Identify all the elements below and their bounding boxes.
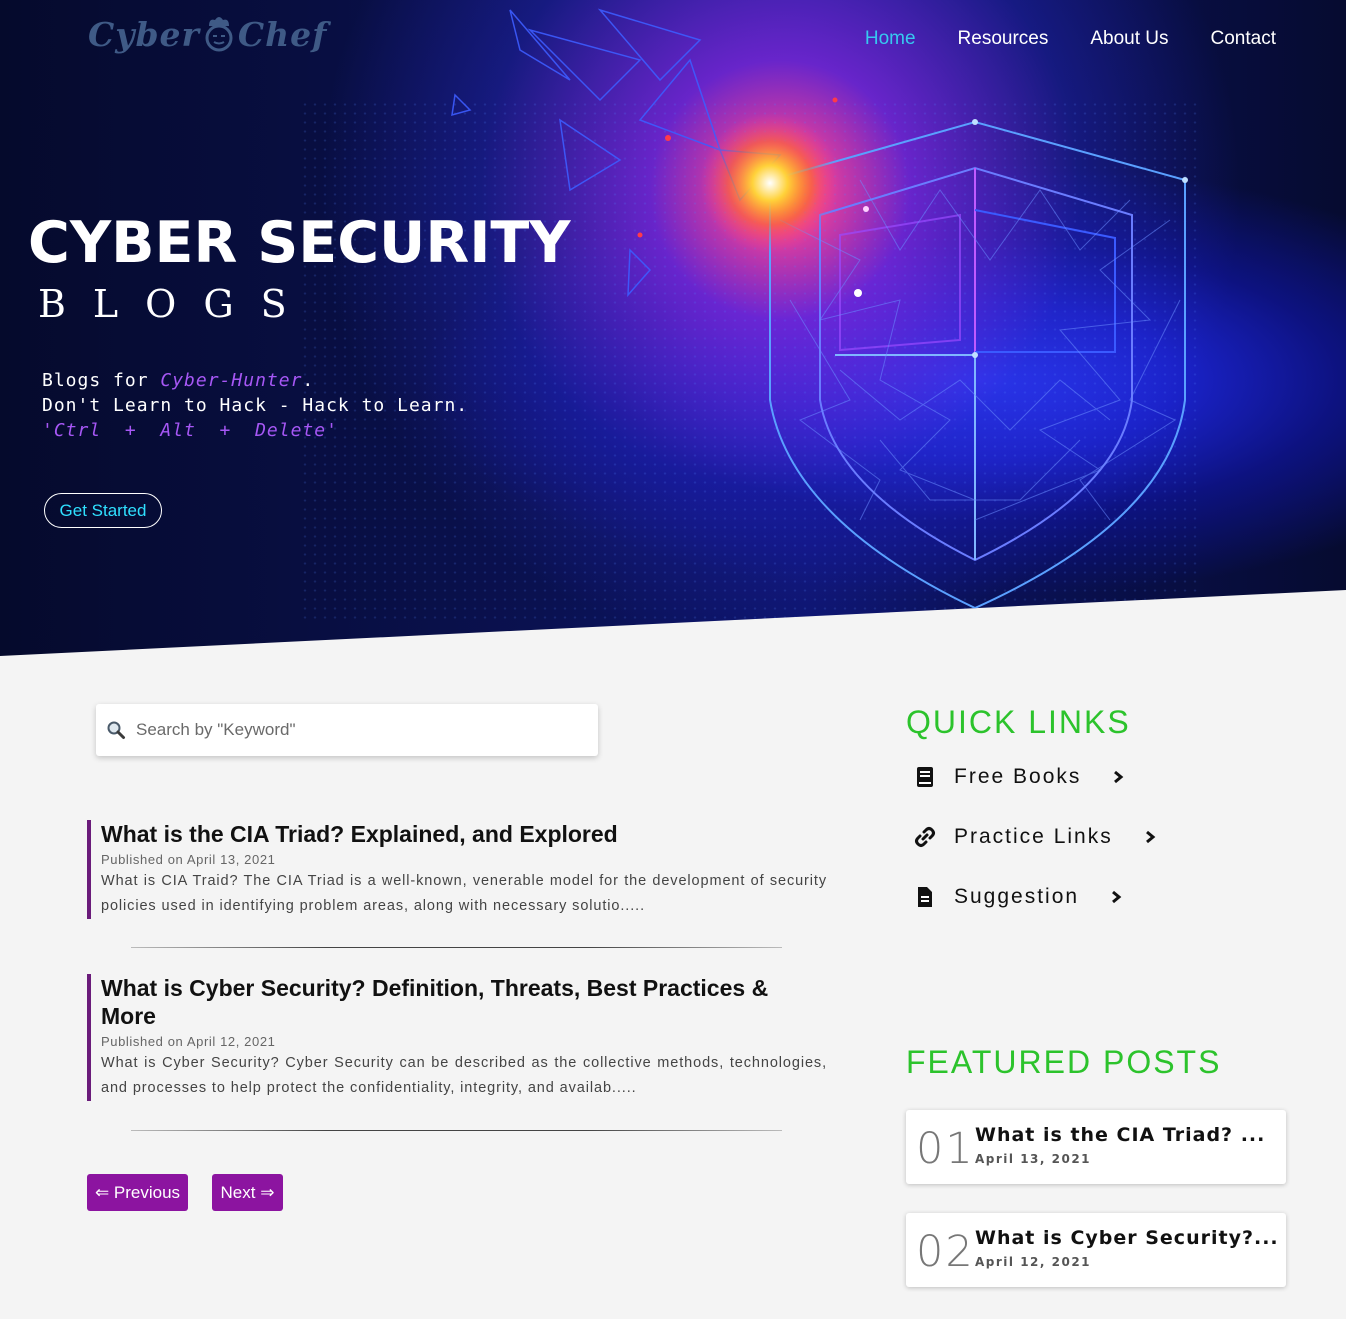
logo-text-left: Cyber	[88, 14, 200, 54]
shield-illustration	[451, 8, 1188, 610]
post-title[interactable]: What is Cyber Security? Definition, Thre…	[101, 974, 827, 1030]
chevron-right-icon	[1112, 890, 1122, 904]
post-title[interactable]: What is the CIA Triad? Explained, and Ex…	[101, 820, 827, 848]
nav-about-us[interactable]: About Us	[1090, 28, 1168, 50]
quick-link-practice-links[interactable]: Practice Links	[912, 824, 1157, 850]
tagline-prefix: Blogs for	[42, 370, 161, 391]
next-button[interactable]: Next ⇒	[212, 1174, 283, 1211]
get-started-button[interactable]: Get Started	[44, 493, 162, 528]
post-item: What is Cyber Security? Definition, Thre…	[87, 974, 827, 1101]
hero-title: CYBER SECURITY	[28, 210, 571, 276]
featured-post-title: What is Cyber Security?...	[975, 1227, 1279, 1249]
featured-post-date: April 13, 2021	[975, 1152, 1092, 1166]
quick-links-heading: QUICK LINKS	[906, 704, 1131, 740]
quick-link-label: Free Books	[954, 765, 1082, 788]
tagline-keys: 'Ctrl + Alt + Delete'	[42, 420, 338, 441]
main-nav: Home Resources About Us Contact	[865, 28, 1276, 50]
logo-text-right: Chef	[237, 14, 328, 54]
featured-post-date: April 12, 2021	[975, 1255, 1092, 1269]
quick-link-label: Practice Links	[954, 825, 1113, 848]
hero-banner: Cyber Chef Home Resources About Us Conta…	[0, 0, 1346, 656]
nav-resources[interactable]: Resources	[958, 28, 1049, 50]
post-divider	[131, 1130, 782, 1131]
post-date: Published on April 13, 2021	[101, 852, 276, 867]
featured-post-number: 02	[916, 1227, 975, 1277]
hero-subtitle: BLOGS	[38, 282, 314, 326]
post-item: What is the CIA Triad? Explained, and Ex…	[87, 820, 827, 919]
site-logo[interactable]: Cyber Chef	[88, 14, 327, 54]
previous-button[interactable]: ⇐ Previous	[87, 1174, 188, 1211]
quick-link-label: Suggestion	[954, 885, 1080, 908]
post-divider	[131, 947, 782, 948]
nav-contact[interactable]: Contact	[1211, 28, 1276, 50]
chevron-right-icon	[1145, 830, 1156, 844]
quick-link-free-books[interactable]: Free Books	[912, 764, 1125, 790]
search-input[interactable]	[136, 720, 576, 740]
tagline-suffix: .	[302, 370, 315, 391]
tagline-motto: Don't Learn to Hack - Hack to Learn.	[42, 395, 469, 416]
quick-link-suggestion[interactable]: Suggestion	[912, 884, 1123, 910]
search-box	[96, 704, 598, 756]
search-icon	[107, 721, 125, 739]
link-icon	[912, 824, 938, 850]
featured-posts-heading: FEATURED POSTS	[906, 1044, 1222, 1080]
post-date: Published on April 12, 2021	[101, 1034, 276, 1049]
book-icon	[912, 764, 938, 790]
tagline-highlight: Cyber-Hunter	[160, 370, 303, 391]
nav-home[interactable]: Home	[865, 28, 916, 50]
featured-post-title: What is the CIA Triad? ...	[975, 1124, 1266, 1146]
featured-post-number: 01	[916, 1124, 975, 1174]
hero-tagline: Blogs for Cyber-Hunter. Don't Learn to H…	[42, 368, 468, 443]
chef-hat-icon	[205, 17, 233, 52]
document-icon	[912, 884, 938, 910]
post-excerpt: What is CIA Traid? The CIA Triad is a we…	[101, 873, 827, 914]
post-excerpt: What is Cyber Security? Cyber Security c…	[101, 1055, 827, 1096]
featured-post-card[interactable]: 01 What is the CIA Triad? ... April 13, …	[906, 1110, 1286, 1184]
chevron-right-icon	[1114, 770, 1124, 784]
featured-post-card[interactable]: 02 What is Cyber Security?... April 12, …	[906, 1213, 1286, 1287]
